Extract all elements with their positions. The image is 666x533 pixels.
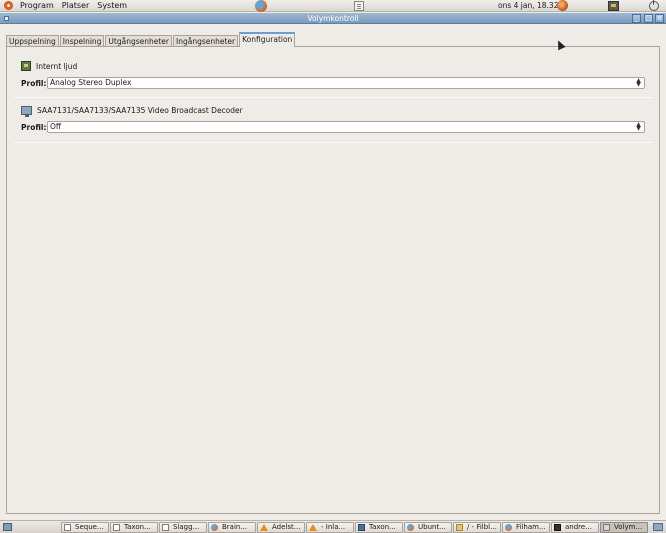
taskbar-item-label: Ubunt... <box>418 523 446 531</box>
window-title: Volymkontroll <box>307 14 359 23</box>
device-name: SAA7131/SAA7133/SAA7135 Video Broadcast … <box>37 106 243 115</box>
taskbar-item[interactable]: Taxon... <box>355 522 403 533</box>
window-titlebar[interactable]: Volymkontroll _ □ × <box>0 13 666 24</box>
terminal-icon <box>554 524 561 531</box>
taskbar-item[interactable]: - Inla... <box>306 522 354 533</box>
taskbar-item-label: Seque... <box>75 523 104 531</box>
workspace-switcher[interactable] <box>653 523 663 531</box>
profile-row: Profil: Analog Stereo Duplex ▲ ▼ <box>21 77 645 89</box>
taskbar-item-label: Slagg... <box>173 523 200 531</box>
taskbar-item[interactable]: Slagg... <box>159 522 207 533</box>
taskbar-item-label: andre... <box>565 523 592 531</box>
menu-system[interactable]: System <box>93 1 131 10</box>
document-icon <box>113 524 120 531</box>
configuration-panel: Internt ljud Profil: Analog Stereo Duple… <box>6 46 660 514</box>
volume-icon <box>603 524 610 531</box>
firefox-launcher-icon[interactable] <box>255 0 267 12</box>
taskbar-item-label: Taxon... <box>124 523 151 531</box>
combo-arrows-icon: ▲ ▼ <box>636 121 641 132</box>
taskbar-item[interactable]: / - Filbl... <box>453 522 501 533</box>
network-icon[interactable] <box>608 1 619 11</box>
separator <box>14 142 653 143</box>
taskbar-item[interactable]: andre... <box>551 522 599 533</box>
firefox-icon <box>211 524 218 531</box>
separator <box>14 97 653 98</box>
user-status-icon[interactable] <box>557 0 568 11</box>
device-name: Internt ljud <box>36 61 78 71</box>
taskbar-item-label: / - Filbl... <box>467 523 497 531</box>
taskbar-item-label: Volym... <box>614 523 643 531</box>
profile-row: Profil: Off ▲ ▼ <box>21 121 645 133</box>
maximize-icon[interactable]: □ <box>644 14 653 23</box>
sound-card-icon <box>21 61 31 71</box>
window-menu-icon[interactable] <box>4 16 9 21</box>
menu-program[interactable]: Program <box>16 1 58 10</box>
window-body: Uppspelning Inspelning Utgångsenheter In… <box>6 25 660 514</box>
chart-icon <box>358 524 365 531</box>
profile-value: Off <box>50 122 62 131</box>
vlc-icon <box>309 524 317 531</box>
taskbar-item[interactable]: Ädelst... <box>257 522 305 533</box>
taskbar-item-active[interactable]: Volym... <box>600 522 648 533</box>
tab-konfiguration[interactable]: Konfiguration <box>239 32 296 47</box>
vlc-icon <box>260 524 268 531</box>
firefox-icon <box>407 524 414 531</box>
combo-arrows-icon: ▲ ▼ <box>636 77 641 88</box>
taskbar-item-label: Brain... <box>222 523 248 531</box>
tab-bar: Uppspelning Inspelning Utgångsenheter In… <box>6 32 296 47</box>
taskbar-item-label: Taxon... <box>369 523 396 531</box>
tv-tuner-icon <box>21 106 32 117</box>
folder-icon <box>456 524 463 531</box>
ubuntu-logo-icon[interactable] <box>4 1 13 10</box>
profile-combobox[interactable]: Off ▲ ▼ <box>47 121 645 133</box>
taskbar-item[interactable]: Ubunt... <box>404 522 452 533</box>
taskbar-item-label: Filham... <box>516 523 546 531</box>
device-header: SAA7131/SAA7133/SAA7135 Video Broadcast … <box>21 106 243 117</box>
document-icon <box>64 524 71 531</box>
power-icon[interactable] <box>649 0 659 11</box>
profile-value: Analog Stereo Duplex <box>50 78 132 87</box>
profile-label: Profil: <box>21 122 47 132</box>
panel-clock[interactable]: ons 4 jan, 18.32 <box>498 1 558 10</box>
taskbar-item[interactable]: Filham... <box>502 522 550 533</box>
taskbar-item-label: Ädelst... <box>272 523 301 531</box>
minimize-icon[interactable]: _ <box>632 14 641 23</box>
profile-combobox[interactable]: Analog Stereo Duplex ▲ ▼ <box>47 77 645 89</box>
taskbar-item[interactable]: Taxon... <box>110 522 158 533</box>
firefox-icon <box>505 524 512 531</box>
show-desktop-icon[interactable] <box>3 523 12 531</box>
device-header: Internt ljud <box>21 61 77 71</box>
bottom-panel: Seque... Taxon... Slagg... Brain... Ädel… <box>0 520 666 533</box>
close-icon[interactable]: × <box>655 14 664 23</box>
menu-platser[interactable]: Platser <box>58 1 93 10</box>
document-icon <box>162 524 169 531</box>
notes-launcher-icon[interactable] <box>354 1 364 11</box>
profile-label: Profil: <box>21 78 47 88</box>
taskbar-item-label: - Inla... <box>321 523 346 531</box>
taskbar-item[interactable]: Seque... <box>61 522 109 533</box>
taskbar-item[interactable]: Brain... <box>208 522 256 533</box>
